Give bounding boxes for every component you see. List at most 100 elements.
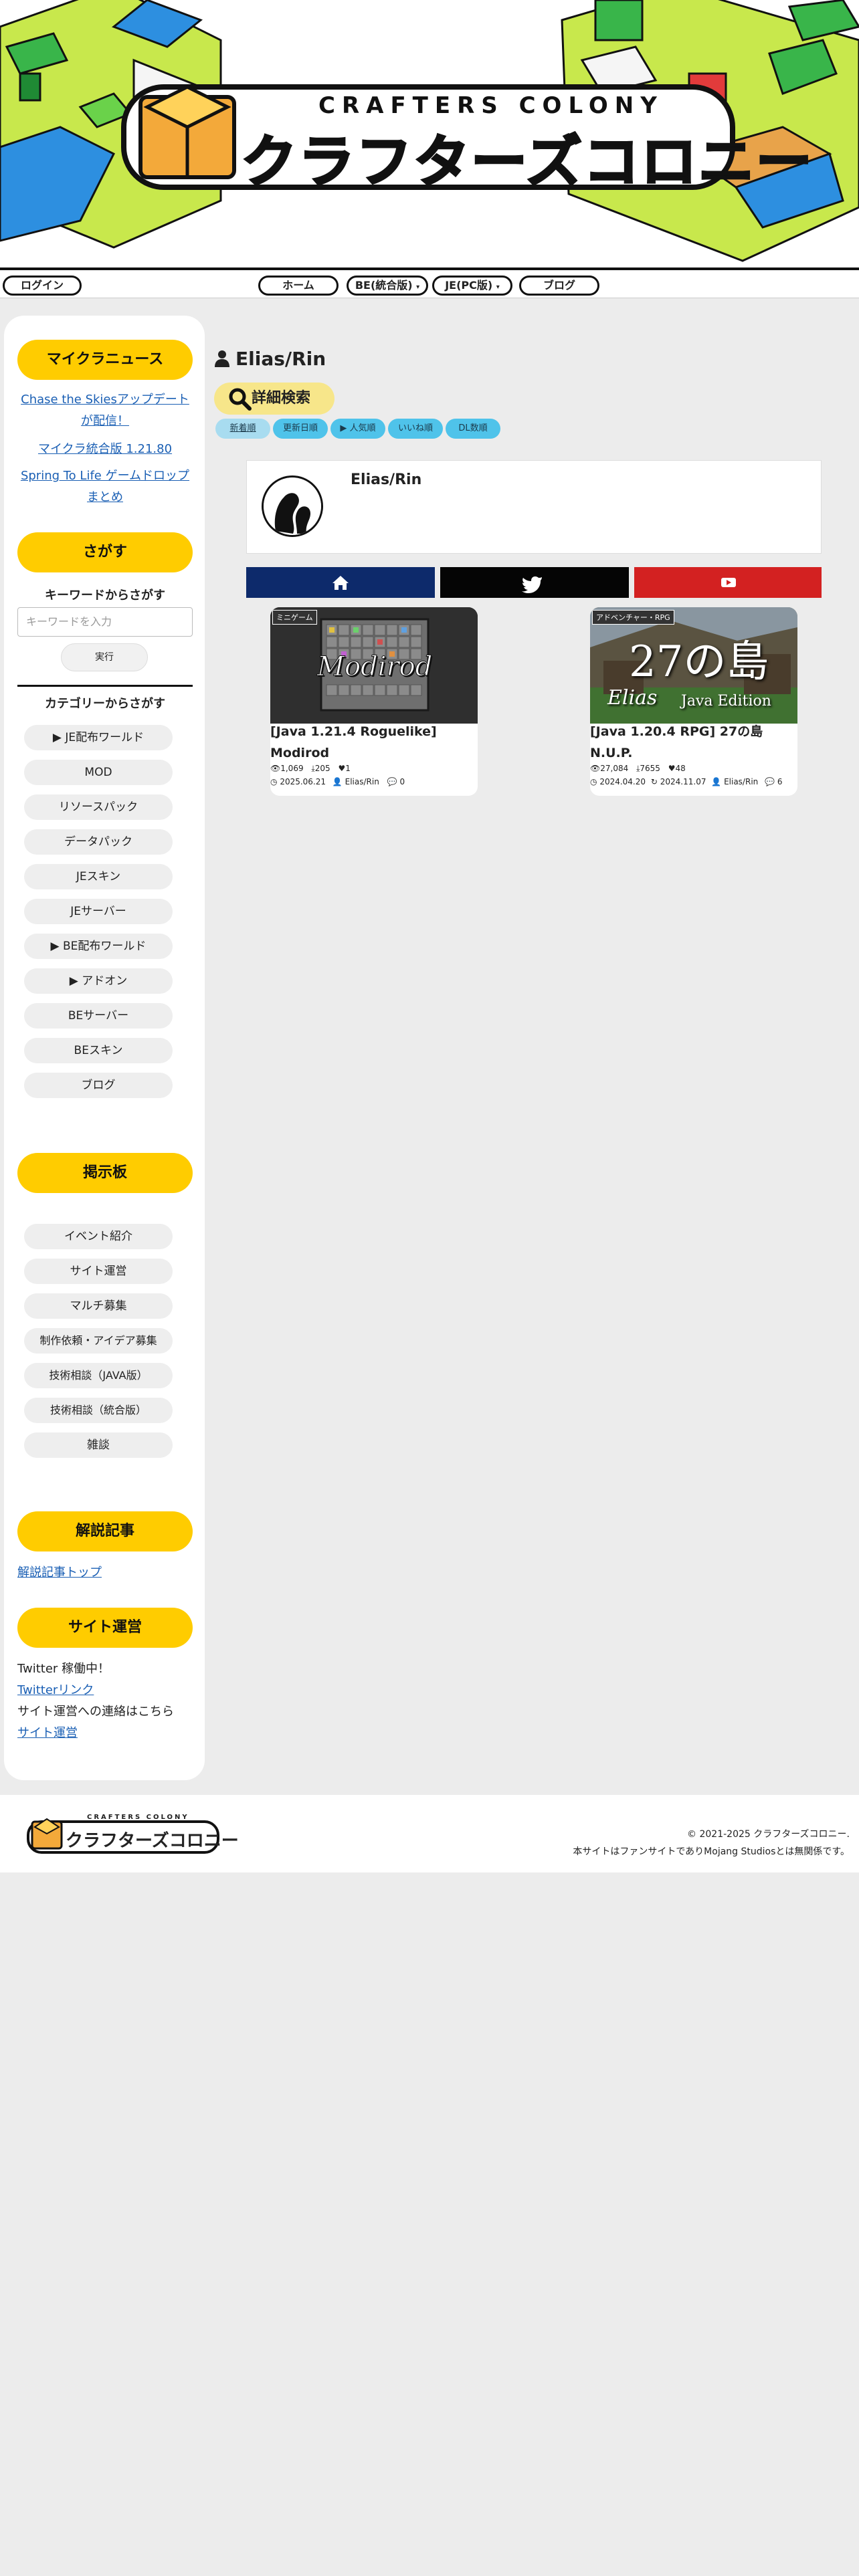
category-mod[interactable]: MOD (24, 760, 173, 785)
comment-icon: 💬 (387, 777, 397, 786)
post-category-tag[interactable]: ミニゲーム (272, 610, 317, 625)
advanced-search-label: 詳細検索 (252, 390, 311, 407)
news-link-3-line-1: Spring To Life ゲームドロップ (20, 469, 190, 483)
post-title-line-2: Modirod (270, 746, 330, 760)
news-link-2-line-1: マイクラ統合版 1.21.80 (37, 442, 173, 456)
download-count: 205 (314, 764, 330, 773)
news-link-1[interactable]: Chase the Skiesアップデート が配信！ (17, 389, 193, 432)
login-button[interactable]: ログイン (3, 276, 82, 296)
board-events[interactable]: イベント紹介 (24, 1224, 173, 1249)
nav-be-label: BE(統合版) (355, 279, 413, 292)
category-je-skin[interactable]: JEスキン (24, 864, 173, 889)
board-chat[interactable]: 雑談 (24, 1432, 173, 1458)
news-link-3-line-2: まとめ (87, 490, 123, 504)
board-site[interactable]: サイト運営 (24, 1259, 173, 1284)
post-info: ◷ 2024.04.20 ↻ 2024.11.07 👤 Elias/Rin 💬 … (590, 777, 783, 786)
board-requests[interactable]: 制作依頼・アイデア募集 (24, 1328, 173, 1354)
ops-twitter-text: Twitter 稼働中！ (17, 1662, 110, 1676)
post-author[interactable]: Elias/Rin (345, 777, 379, 786)
category-addon[interactable]: ▶ アドオン (24, 968, 173, 994)
author-icon: 👤 (711, 777, 722, 786)
sidebar: マイクラニュース Chase the Skiesアップデート が配信！ マイクラ… (4, 316, 205, 1780)
nav-je-label: JE(PC版) (445, 279, 493, 292)
view-count: 27,084 (600, 764, 629, 773)
post-info: ◷ 2025.06.21 👤 Elias/Rin 💬 0 (270, 777, 405, 786)
category-resource-pack[interactable]: リソースパック (24, 794, 173, 820)
site-header: CRAFTERS COLONY クラフターズコロニー (0, 0, 859, 267)
news-link-2[interactable]: マイクラ統合版 1.21.80 (17, 439, 193, 460)
news-link-3[interactable]: Spring To Life ゲームドロップ まとめ (17, 465, 193, 508)
sort-newest[interactable]: 新着順 (215, 419, 270, 439)
category-data-pack[interactable]: データパック (24, 829, 173, 855)
comment-icon: 💬 (765, 777, 775, 786)
footer-copyright: © 2021-2025 クラフターズコロニー. 本サイトはファンサイトでありMo… (573, 1826, 850, 1860)
post-thumbnail[interactable]: アドベンチャー・RPG 27の島 Elias Java Edition (590, 607, 797, 724)
sort-downloads[interactable]: DL数順 (446, 419, 500, 439)
heart-icon: ♥ (338, 764, 346, 773)
nav-je[interactable]: JE(PC版) ▾ (432, 276, 512, 296)
update-icon: ↻ (650, 777, 658, 786)
youtube-icon (721, 578, 736, 587)
thumbnail-sub-edition: Java Edition (681, 693, 771, 710)
comment-count: 6 (777, 777, 783, 786)
logo-english: CRAFTERS COLONY (318, 92, 664, 119)
board-tech-java[interactable]: 技術相談（JAVA版） (24, 1363, 173, 1388)
download-count: 7655 (640, 764, 660, 773)
footer-logo-en: CRAFTERS COLONY (87, 1814, 189, 1821)
post-title-line-1: [Java 1.21.4 Roguelike] (270, 724, 437, 739)
ops-site-link[interactable]: サイト運営 (17, 1723, 78, 1744)
comment-count: 0 (399, 777, 405, 786)
keyword-search-input[interactable]: キーワードを入力 (17, 607, 193, 637)
post-date: 2024.04.20 (599, 777, 646, 786)
news-heading: マイクラニュース (17, 340, 193, 380)
copyright-text: © 2021-2025 クラフターズコロニー. (687, 1829, 850, 1840)
board-tech-be[interactable]: 技術相談（統合版） (24, 1398, 173, 1423)
news-link-1-line-1: Chase the Skiesアップデート (21, 393, 189, 407)
post-stats: 👁27,084 ⤓7655 ♥48 (590, 764, 686, 774)
logo-title[interactable]: クラフターズコロニー (240, 117, 814, 198)
board-heading: 掲示板 (17, 1153, 193, 1193)
post-title[interactable]: [Java 1.21.4 Roguelike] Modirod (270, 721, 471, 764)
keyword-label: キーワードからさがす (45, 588, 165, 603)
post-date: 2025.06.21 (280, 777, 326, 786)
post-thumbnail[interactable]: ミニゲーム Modirod (270, 607, 478, 724)
sort-likes[interactable]: いいね順 (388, 419, 443, 439)
category-blog[interactable]: ブログ (24, 1073, 173, 1098)
ops-contact-text: サイト運営への連絡はこちら (17, 1705, 174, 1719)
nav-home[interactable]: ホーム (258, 276, 339, 296)
chevron-down-icon: ▾ (416, 284, 420, 291)
ops-twitter-link[interactable]: Twitterリンク (17, 1680, 94, 1701)
home-share-button[interactable] (246, 567, 435, 598)
nav-be[interactable]: BE(統合版) ▾ (347, 276, 428, 296)
avatar[interactable] (262, 475, 323, 537)
profile-card: Elias/Rin (246, 460, 822, 554)
post-title[interactable]: [Java 1.20.4 RPG] 27の島 N.U.P. (590, 721, 791, 764)
category-be-skin[interactable]: BEスキン (24, 1038, 173, 1063)
category-be-server[interactable]: BEサーバー (24, 1003, 173, 1029)
advanced-search-button[interactable]: 詳細検索 (214, 383, 335, 415)
board-multi[interactable]: マルチ募集 (24, 1293, 173, 1319)
nav-blog[interactable]: ブログ (519, 276, 599, 296)
twitter-share-button[interactable] (440, 567, 629, 598)
category-be-world[interactable]: ▶ BE配布ワールド (24, 934, 173, 959)
sort-updated[interactable]: 更新日順 (273, 419, 328, 439)
category-je-server[interactable]: JEサーバー (24, 899, 173, 924)
category-je-world[interactable]: ▶ JE配布ワールド (24, 725, 173, 750)
post-card[interactable]: アドベンチャー・RPG 27の島 Elias Java Edition [Jav… (590, 607, 797, 796)
post-card[interactable]: ミニゲーム Modirod [Java 1.21.4 Roguelike] Mo… (270, 607, 478, 796)
user-icon (215, 350, 229, 367)
post-updated: 2024.11.07 (660, 777, 706, 786)
search-heading: さがす (17, 532, 193, 572)
profile-name: Elias/Rin (351, 471, 422, 488)
guide-top-link[interactable]: 解説記事トップ (17, 1562, 102, 1584)
post-author[interactable]: Elias/Rin (724, 777, 758, 786)
author-page-title: Elias/Rin (214, 348, 326, 370)
sort-popular[interactable]: ▶ 人気順 (330, 419, 385, 439)
nav-bar: ログイン ホーム BE(統合版) ▾ JE(PC版) ▾ ブログ (0, 267, 859, 298)
like-count: 48 (675, 764, 686, 773)
news-link-1-line-2: が配信！ (81, 414, 129, 428)
youtube-share-button[interactable] (634, 567, 822, 598)
post-category-tag[interactable]: アドベンチャー・RPG (592, 610, 674, 625)
category-label: カテゴリーからさがす (45, 697, 165, 711)
search-run-button[interactable]: 実行 (61, 643, 148, 671)
